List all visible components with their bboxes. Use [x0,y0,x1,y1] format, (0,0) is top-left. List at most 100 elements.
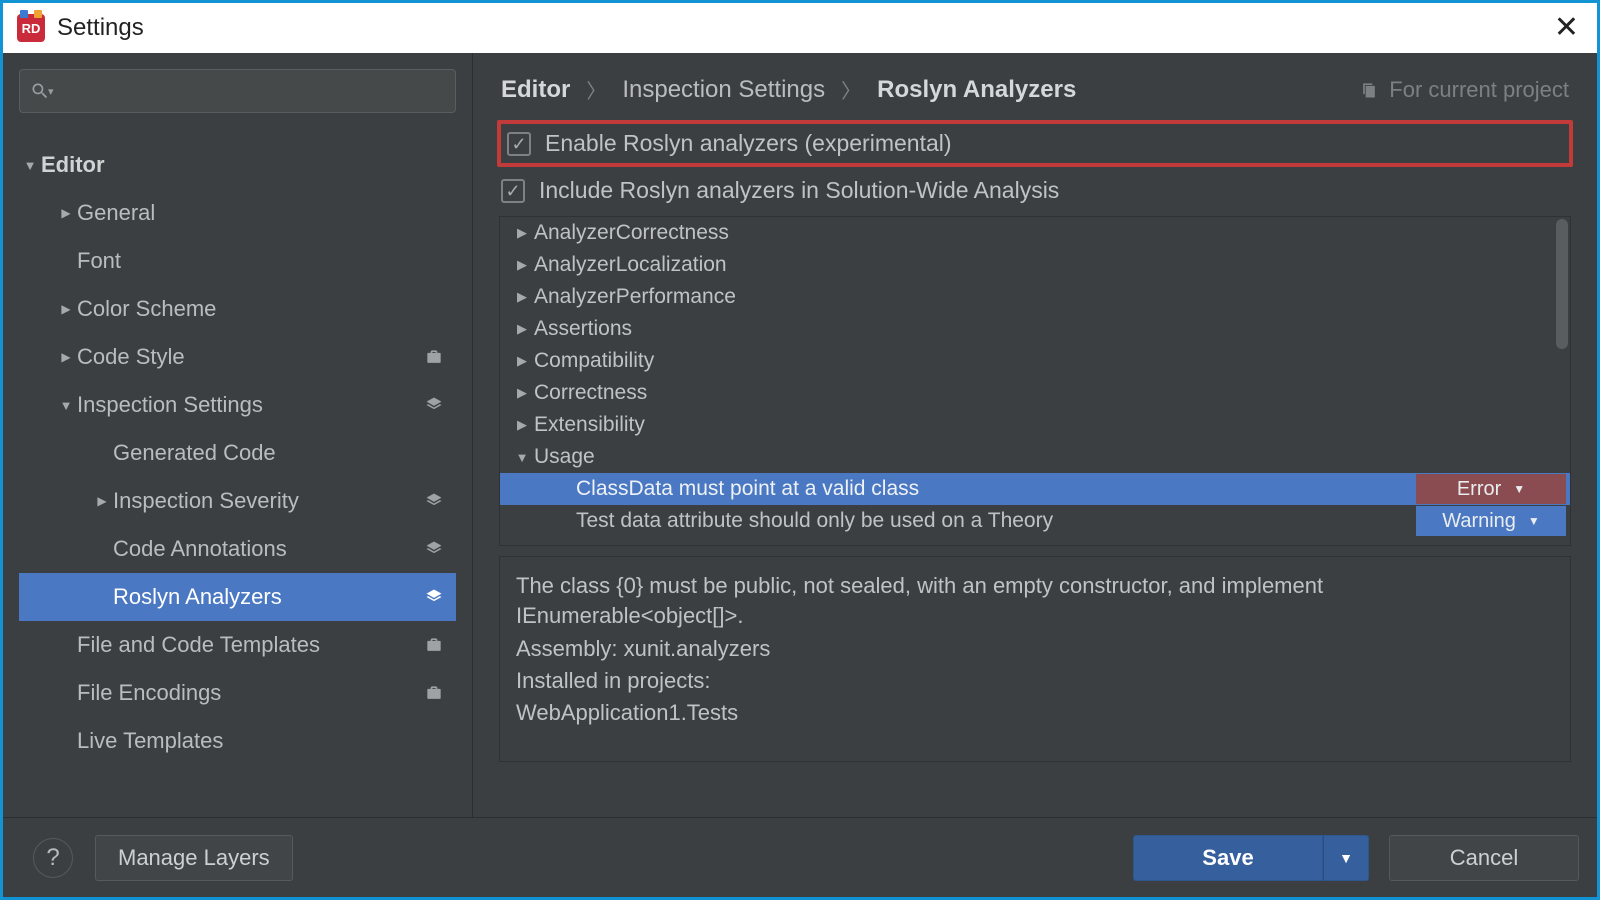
severity-dropdown[interactable]: Warning▼ [1416,506,1566,536]
sidebar-item-label: Code Style [77,344,185,370]
save-button-group: Save ▼ [1133,835,1369,881]
sidebar-item-general[interactable]: General [19,189,456,237]
cancel-button[interactable]: Cancel [1389,835,1579,881]
sidebar-item-label: Generated Code [113,440,276,466]
breadcrumb: Editor 〉 Inspection Settings 〉 Roslyn An… [473,53,1597,118]
description-line: The class {0} must be public, not sealed… [516,571,1554,632]
tree-leaf-label: ClassData must point at a valid class [534,477,919,501]
search-input[interactable]: ▾ [19,69,456,113]
sidebar-item-editor[interactable]: Editor [19,141,456,189]
severity-label: Warning [1442,510,1516,533]
layers-icon [422,539,446,559]
sidebar-item-code-style[interactable]: Code Style [19,333,456,381]
save-label: Save [1202,845,1253,871]
tree-node[interactable]: Extensibility [500,409,1570,441]
briefcase-icon [422,635,446,655]
sidebar-item-label: Color Scheme [77,296,216,322]
severity-dropdown[interactable]: Error▼ [1416,474,1566,504]
include-swa-checkbox-row: Include Roslyn analyzers in Solution-Wid… [473,171,1597,210]
tree-node[interactable]: AnalyzerLocalization [500,249,1570,281]
copy-icon [1359,80,1379,100]
severity-label: Error [1457,478,1501,501]
enable-roslyn-label: Enable Roslyn analyzers (experimental) [545,130,952,157]
sidebar-item-roslyn-analyzers[interactable]: Roslyn Analyzers [19,573,456,621]
chevron-right-icon [510,385,534,401]
tree-node[interactable]: AnalyzerPerformance [500,281,1570,313]
include-swa-checkbox[interactable] [501,179,525,203]
enable-roslyn-checkbox[interactable] [507,132,531,156]
search-icon [30,81,50,101]
help-button[interactable]: ? [33,838,73,878]
cancel-label: Cancel [1450,845,1518,871]
enable-roslyn-checkbox-row: Enable Roslyn analyzers (experimental) [497,120,1573,167]
description-panel: The class {0} must be public, not sealed… [499,556,1571,762]
sidebar-item-label: Live Templates [77,728,223,754]
tree-leaf-label: Test data attribute should only be used … [534,509,1053,533]
app-icon: RD [17,14,45,42]
tree-node-label: AnalyzerPerformance [534,285,736,309]
sidebar-item-label: File and Code Templates [77,632,320,658]
chevron-right-icon [55,350,77,364]
scope-label[interactable]: For current project [1359,77,1569,103]
chevron-down-icon [510,450,534,465]
scrollbar-thumb[interactable] [1556,219,1568,349]
sidebar-item-live-templates[interactable]: Live Templates [19,717,456,765]
tree-node-label: AnalyzerLocalization [534,253,727,277]
chevron-right-icon [510,225,534,241]
layers-icon [422,491,446,511]
tree-node-label: Usage [534,445,595,469]
tree-node[interactable]: AnalyzerCorrectness [500,217,1570,249]
sidebar-item-code-annotations[interactable]: Code Annotations [19,525,456,573]
save-dropdown-button[interactable]: ▼ [1323,835,1369,881]
sidebar-item-inspection-severity[interactable]: Inspection Severity [19,477,456,525]
tree-node[interactable]: Assertions [500,313,1570,345]
search-dropdown-icon[interactable]: ▾ [48,85,54,98]
tree-leaf-classdata[interactable]: ClassData must point at a valid class Er… [500,473,1570,505]
description-line: Installed in projects: [516,666,1554,696]
sidebar-item-label: Inspection Severity [113,488,299,514]
tree-node[interactable]: Correctness [500,377,1570,409]
sidebar-item-label: General [77,200,155,226]
include-swa-label: Include Roslyn analyzers in Solution-Wid… [539,177,1059,204]
manage-layers-label: Manage Layers [118,845,270,871]
main-split: ▾ Editor General Font Color Scheme [3,53,1597,817]
chevron-down-icon [19,158,41,173]
chevron-right-icon: 〉 [841,75,861,104]
titlebar: RD Settings ✕ [3,3,1597,53]
tree-node-label: Correctness [534,381,647,405]
layers-icon [422,395,446,415]
breadcrumb-editor[interactable]: Editor [501,76,570,104]
chevron-right-icon [55,302,77,316]
tree-node[interactable]: Compatibility [500,345,1570,377]
tree-node-label: Compatibility [534,349,654,373]
analyzer-tree: AnalyzerCorrectness AnalyzerLocalization… [499,216,1571,546]
chevron-right-icon [510,257,534,273]
chevron-down-icon [55,398,77,413]
description-line: Assembly: xunit.analyzers [516,634,1554,664]
chevron-right-icon [510,289,534,305]
tree-node-label: Extensibility [534,413,645,437]
chevron-right-icon [510,321,534,337]
tree-leaf-testdata[interactable]: Test data attribute should only be used … [500,505,1570,537]
breadcrumb-roslyn-analyzers[interactable]: Roslyn Analyzers [877,76,1076,104]
sidebar-item-label: Font [77,248,121,274]
close-icon[interactable]: ✕ [1554,13,1579,43]
sidebar-item-color-scheme[interactable]: Color Scheme [19,285,456,333]
briefcase-icon [422,347,446,367]
sidebar-item-label: Roslyn Analyzers [113,584,282,610]
save-button[interactable]: Save [1133,835,1323,881]
manage-layers-button[interactable]: Manage Layers [95,835,293,881]
layers-icon [422,587,446,607]
tree-node-label: Assertions [534,317,632,341]
window-title: Settings [57,14,144,42]
sidebar-item-font[interactable]: Font [19,237,456,285]
tree-node-label: AnalyzerCorrectness [534,221,729,245]
sidebar-item-inspection-settings[interactable]: Inspection Settings [19,381,456,429]
sidebar-item-file-encodings[interactable]: File Encodings [19,669,456,717]
sidebar-item-generated-code[interactable]: Generated Code [19,429,456,477]
sidebar-item-file-code-templates[interactable]: File and Code Templates [19,621,456,669]
breadcrumb-inspection-settings[interactable]: Inspection Settings [622,76,825,104]
content-pane: Editor 〉 Inspection Settings 〉 Roslyn An… [473,53,1597,817]
sidebar-item-label: Editor [41,152,105,178]
tree-node-usage[interactable]: Usage [500,441,1570,473]
